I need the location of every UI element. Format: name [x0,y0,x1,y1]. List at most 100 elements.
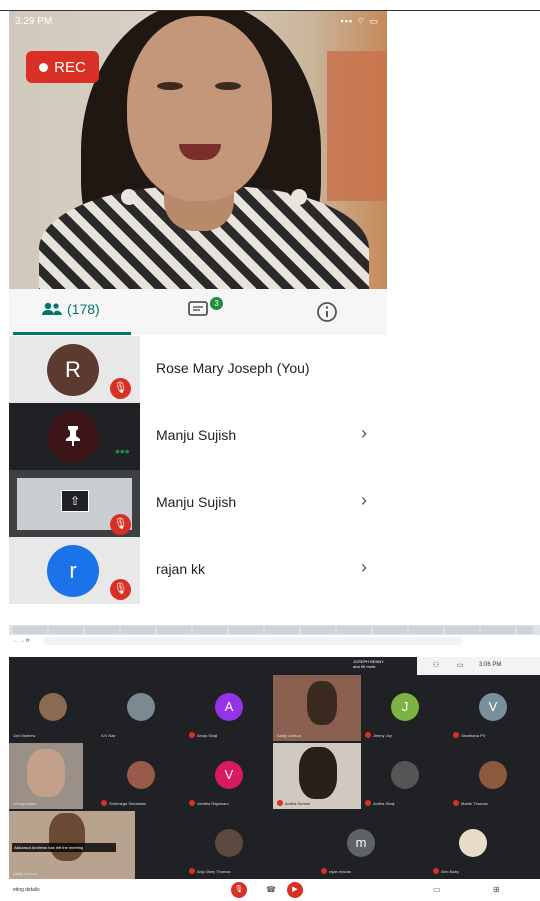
tile-name: Venugopalan [13,801,37,806]
avatar [391,761,419,789]
avatar: R [47,344,99,396]
participant-tile[interactable]: Srutimega Sebastian [97,743,185,809]
tile-name: Vanitha Rajarnam [189,800,229,806]
mic-off-button[interactable]: 🎙 [231,882,247,898]
camera-off-button[interactable]: ▶ [287,882,303,898]
participant-tile[interactable]: J Jimmy Joy [361,675,449,741]
participant-video [27,749,65,797]
tile-name: Anitha Suresh [277,800,310,806]
tile-name: Martin Thomas [453,800,488,806]
hangup-icon[interactable]: ☎ [266,885,276,894]
tile-name: Aalaji Joshua [277,733,301,738]
tab-info[interactable] [316,301,338,328]
tile-name: Vandhana PV [453,732,485,738]
url-field[interactable] [43,637,463,645]
avatar [47,411,99,463]
pin-icon [66,426,80,446]
participant-tile[interactable]: Anitha Shaji [361,743,449,809]
participant-video-tile[interactable]: Venugopalan [9,743,83,809]
participant-name: rajan kk [156,561,206,577]
avatar: V [479,693,507,721]
participant-tile[interactable]: V Vanitha Rajarnam [185,743,273,809]
participant-tile[interactable]: Martin Thomas [449,743,537,809]
chat-icon [188,301,208,316]
participant-tile[interactable]: A Anuja Shaji [185,675,273,741]
participant-thumbnail: ••• [9,403,140,470]
mic-off-icon: 🎙 [110,514,131,535]
participant-row[interactable]: R 🎙 Rose Mary Joseph (You) [9,336,387,403]
meet-bottom-bar: eting details 🎙 ☎ ▶ ▭ ⊞ [9,879,540,901]
avatar: A [215,693,243,721]
chevron-right-icon[interactable]: › [361,423,367,444]
tile-name: Anju Mary Thomas [189,868,231,874]
system-status-icons: ▪▪▪ ⌔ ▭ [340,16,379,26]
avatar: J [391,693,419,721]
avatar: r [47,545,99,597]
participant-video-tile[interactable]: Aalaji Joshua [273,675,361,741]
tile-name: Alex Baby [433,868,459,874]
chevron-right-icon[interactable]: › [361,557,367,578]
avatar [127,761,155,789]
participant-video [299,747,337,799]
participant-row[interactable]: ⇧ 🎙 Manju Sujish › [9,470,387,537]
meet-browser-window: ← → ⟳ JOSEPH BENNY and 99 more ⚇ ▭ 3:06 … [9,625,540,901]
participant-thumbnail: R 🎙 [9,336,140,403]
speaker-mouth [179,144,221,160]
speaker-eye [157,82,183,90]
left-meeting-notice: Aikkaraot Andrews has left the meeting [12,843,116,852]
meeting-details-link[interactable]: eting details [13,887,40,893]
mic-off-icon: 🎙 [110,378,131,399]
tab-people[interactable]: (178) [41,301,100,317]
recording-indicator: REC [26,51,99,83]
participant-thumbnail: r 🎙 [9,537,140,604]
presenter-label: JOSEPH BENNY and 99 more [353,659,384,669]
tile-name: Anitha Shaji [365,800,394,806]
earring [121,189,137,205]
present-icon[interactable]: ⊞ [493,885,500,894]
tab-chat[interactable]: 3 [187,297,223,324]
people-count: (178) [67,301,100,317]
speaker-video: 3:29 PM ▪▪▪ ⌔ ▭ REC [9,11,387,289]
tile-name: A K Nair [101,733,116,738]
tile-name: rajan mavan [321,868,351,874]
meet-top-controls: ⚇ ▭ 3:06 PM [417,657,540,675]
avatar [215,829,243,857]
chevron-right-icon[interactable]: › [361,490,367,511]
curtain [327,51,387,201]
mic-off-icon: 🎙 [110,579,131,600]
browser-tabs[interactable] [13,626,533,634]
participant-tile[interactable]: A K Nair [97,675,185,741]
people-icon[interactable]: ⚇ [433,661,439,669]
avatar [127,693,155,721]
tile-name: Srutimega Sebastian [101,800,146,806]
meet-time: 3:06 PM [479,662,502,668]
avatar: V [215,761,243,789]
participant-row[interactable]: r 🎙 rajan kk › [9,537,387,604]
participant-grid: Gini Mathew A K Nair A Anuja Shaji Aalaj… [9,675,540,879]
record-dot-icon [39,62,49,72]
participant-video [307,681,337,725]
avatar [39,693,67,721]
tile-name: Anuja Shaji [189,732,217,738]
tile-name: Gini Mathew [13,733,36,738]
nav-icons[interactable]: ← → ⟳ [13,638,30,644]
meeting-tabs: (178) 3 [9,289,387,335]
participant-tile[interactable]: Anju Mary Thomas [185,811,273,877]
captions-icon[interactable]: ▭ [433,885,441,894]
participant-tile[interactable]: m rajan mavan [317,811,405,877]
participant-video [49,813,85,861]
participant-thumbnail: ⇧ 🎙 [9,470,140,537]
address-bar[interactable]: ← → ⟳ [9,635,540,647]
participant-row[interactable]: ••• Manju Sujish › [9,403,387,470]
chat-icon[interactable]: ▭ [457,661,464,669]
speaker-face [127,16,272,201]
participant-tile[interactable]: Gini Mathew [9,675,97,741]
participant-video-tile[interactable]: Anitha Suresh [273,743,361,809]
meet-top-bar: JOSEPH BENNY and 99 more ⚇ ▭ 3:06 PM [9,657,540,675]
tile-name: Aalaji Joshua [13,871,37,876]
more-indicator: ••• [115,443,130,459]
participant-tile[interactable]: V Vandhana PV [449,675,537,741]
participant-tile[interactable]: Alex Baby [429,811,517,877]
active-tab-indicator [13,332,131,335]
participant-video-tile[interactable]: Aikkaraot Andrews has left the meeting A… [9,811,135,879]
